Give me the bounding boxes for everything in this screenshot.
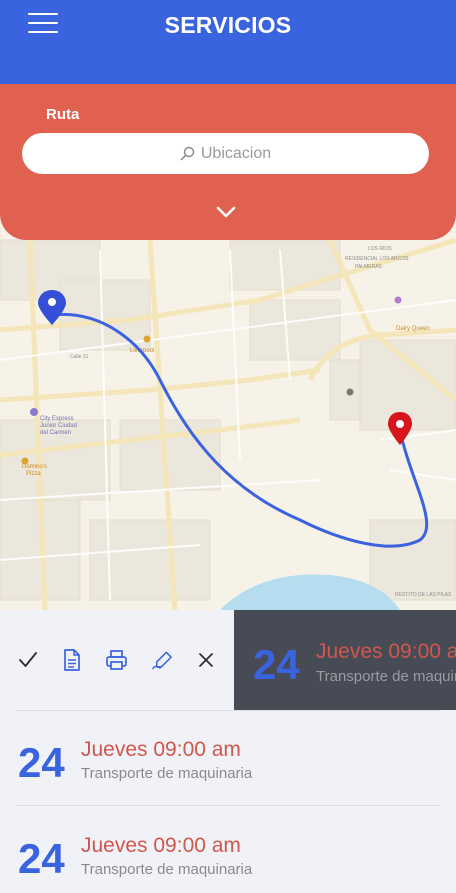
- chevron-down-icon[interactable]: [214, 204, 238, 220]
- service-description: Transporte de maquinaria: [81, 765, 253, 782]
- print-icon[interactable]: [105, 648, 128, 672]
- svg-text:Dairy Queen: Dairy Queen: [396, 326, 430, 332]
- service-card-swiped[interactable]: 24 Jueves 09:00 am Transporte de maquina…: [234, 610, 456, 710]
- service-datetime: Jueves 09:00 am: [316, 640, 456, 663]
- service-datetime: Jueves 09:00 am: [81, 834, 241, 857]
- svg-text:del Carmen: del Carmen: [40, 430, 71, 436]
- svg-text:City Express: City Express: [40, 416, 74, 422]
- service-day: 24: [253, 641, 300, 688]
- location-search-input[interactable]: [22, 133, 429, 174]
- check-icon[interactable]: [17, 648, 39, 672]
- service-row[interactable]: 24 Jueves 09:00 am Transporte de maquina…: [0, 806, 456, 893]
- svg-text:Calle 31: Calle 31: [70, 354, 89, 360]
- service-datetime: Jueves 09:00 am: [81, 738, 241, 761]
- service-description: Transporte de maquinaria: [316, 668, 456, 685]
- page-title: SERVICIOS: [164, 12, 292, 38]
- service-description: Transporte de maquinaria: [81, 861, 253, 878]
- service-day: 24: [18, 739, 65, 786]
- row-actions: [0, 610, 234, 710]
- top-bar: SERVICIOS: [0, 0, 456, 84]
- svg-text:LOS RIOS: LOS RIOS: [368, 246, 392, 252]
- svg-text:Junior Ciudad: Junior Ciudad: [40, 423, 77, 429]
- svg-text:Domino's: Domino's: [22, 464, 47, 470]
- svg-text:RESIDENCIAL LOS ARCOS: RESIDENCIAL LOS ARCOS: [345, 256, 409, 262]
- service-row[interactable]: 24 Jueves 09:00 am Transporte de maquina…: [0, 710, 456, 806]
- location-search[interactable]: Ubicacion: [22, 133, 429, 174]
- svg-text:PALMERAS: PALMERAS: [355, 264, 383, 270]
- route-panel: Ruta Ubicacion: [0, 84, 456, 240]
- svg-text:RESTITO DE LAS PILAS: RESTITO DE LAS PILAS: [395, 592, 452, 598]
- service-day: 24: [18, 835, 65, 882]
- document-icon[interactable]: [62, 648, 82, 672]
- close-icon[interactable]: [197, 648, 215, 672]
- route-label: Ruta: [46, 106, 80, 123]
- signature-icon[interactable]: [151, 648, 174, 672]
- end-pin-icon[interactable]: [388, 412, 412, 445]
- service-list: 24 Jueves 09:00 am Transporte de maquina…: [0, 610, 456, 893]
- swiped-service-row[interactable]: 24 Jueves 09:00 am Transporte de maquina…: [0, 610, 456, 710]
- svg-text:Pizza: Pizza: [26, 471, 41, 477]
